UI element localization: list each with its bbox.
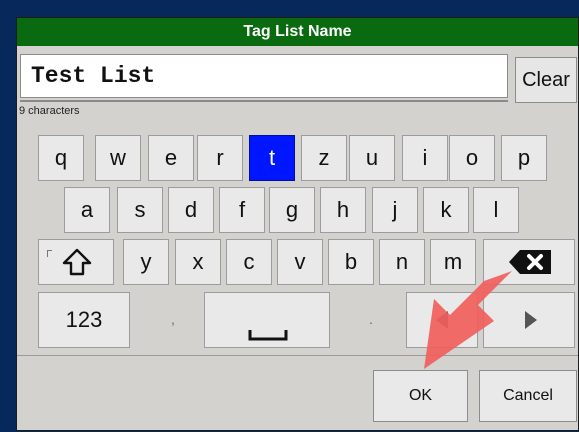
shift-lock-indicator xyxy=(47,250,52,257)
key-z[interactable]: z xyxy=(301,135,347,181)
clear-button[interactable]: Clear xyxy=(515,57,577,103)
name-input-value: Test List xyxy=(31,63,156,89)
cancel-button[interactable]: Cancel xyxy=(479,370,577,422)
backspace-icon xyxy=(509,250,551,274)
key-y[interactable]: y xyxy=(123,239,169,285)
shift-key[interactable] xyxy=(38,239,114,285)
key-f[interactable]: f xyxy=(219,187,265,233)
key-r[interactable]: r xyxy=(197,135,243,181)
character-count: 9 characters xyxy=(19,105,80,117)
key-k[interactable]: k xyxy=(423,187,469,233)
arrow-left-icon xyxy=(436,311,448,329)
key-l[interactable]: l xyxy=(473,187,519,233)
key-j[interactable]: j xyxy=(372,187,418,233)
tag-list-name-dialog: Tag List Name Test List Clear 9 characte… xyxy=(16,17,579,431)
key-e[interactable]: e xyxy=(148,135,194,181)
cursor-right-key[interactable] xyxy=(483,292,575,348)
key-t[interactable]: t xyxy=(249,135,295,181)
shift-icon xyxy=(62,248,92,276)
key-w[interactable]: w xyxy=(95,135,141,181)
key-c[interactable]: c xyxy=(226,239,272,285)
footer-divider xyxy=(17,355,578,356)
key-s[interactable]: s xyxy=(117,187,163,233)
key-b[interactable]: b xyxy=(328,239,374,285)
dialog-title: Tag List Name xyxy=(17,18,578,46)
input-divider xyxy=(20,100,508,102)
key-g[interactable]: g xyxy=(269,187,315,233)
window-frame: Tag List Name Test List Clear 9 characte… xyxy=(0,0,579,432)
name-input[interactable]: Test List xyxy=(20,54,508,98)
space-icon xyxy=(248,330,288,341)
key-u[interactable]: u xyxy=(349,135,395,181)
key-o[interactable]: o xyxy=(449,135,495,181)
key-m[interactable]: m xyxy=(430,239,476,285)
backspace-key[interactable] xyxy=(483,239,575,285)
comma-key[interactable]: , xyxy=(150,292,196,348)
cursor-left-key[interactable] xyxy=(406,292,478,348)
key-a[interactable]: a xyxy=(64,187,110,233)
period-key[interactable]: . xyxy=(348,292,394,348)
key-q[interactable]: q xyxy=(38,135,84,181)
key-x[interactable]: x xyxy=(175,239,221,285)
arrow-right-icon xyxy=(525,311,537,329)
key-v[interactable]: v xyxy=(277,239,323,285)
ok-button[interactable]: OK xyxy=(373,370,468,422)
key-n[interactable]: n xyxy=(379,239,425,285)
key-h[interactable]: h xyxy=(320,187,366,233)
key-i[interactable]: i xyxy=(402,135,448,181)
key-d[interactable]: d xyxy=(168,187,214,233)
space-key[interactable] xyxy=(204,292,330,348)
numbers-mode-key[interactable]: 123 xyxy=(38,292,130,348)
key-p[interactable]: p xyxy=(501,135,547,181)
